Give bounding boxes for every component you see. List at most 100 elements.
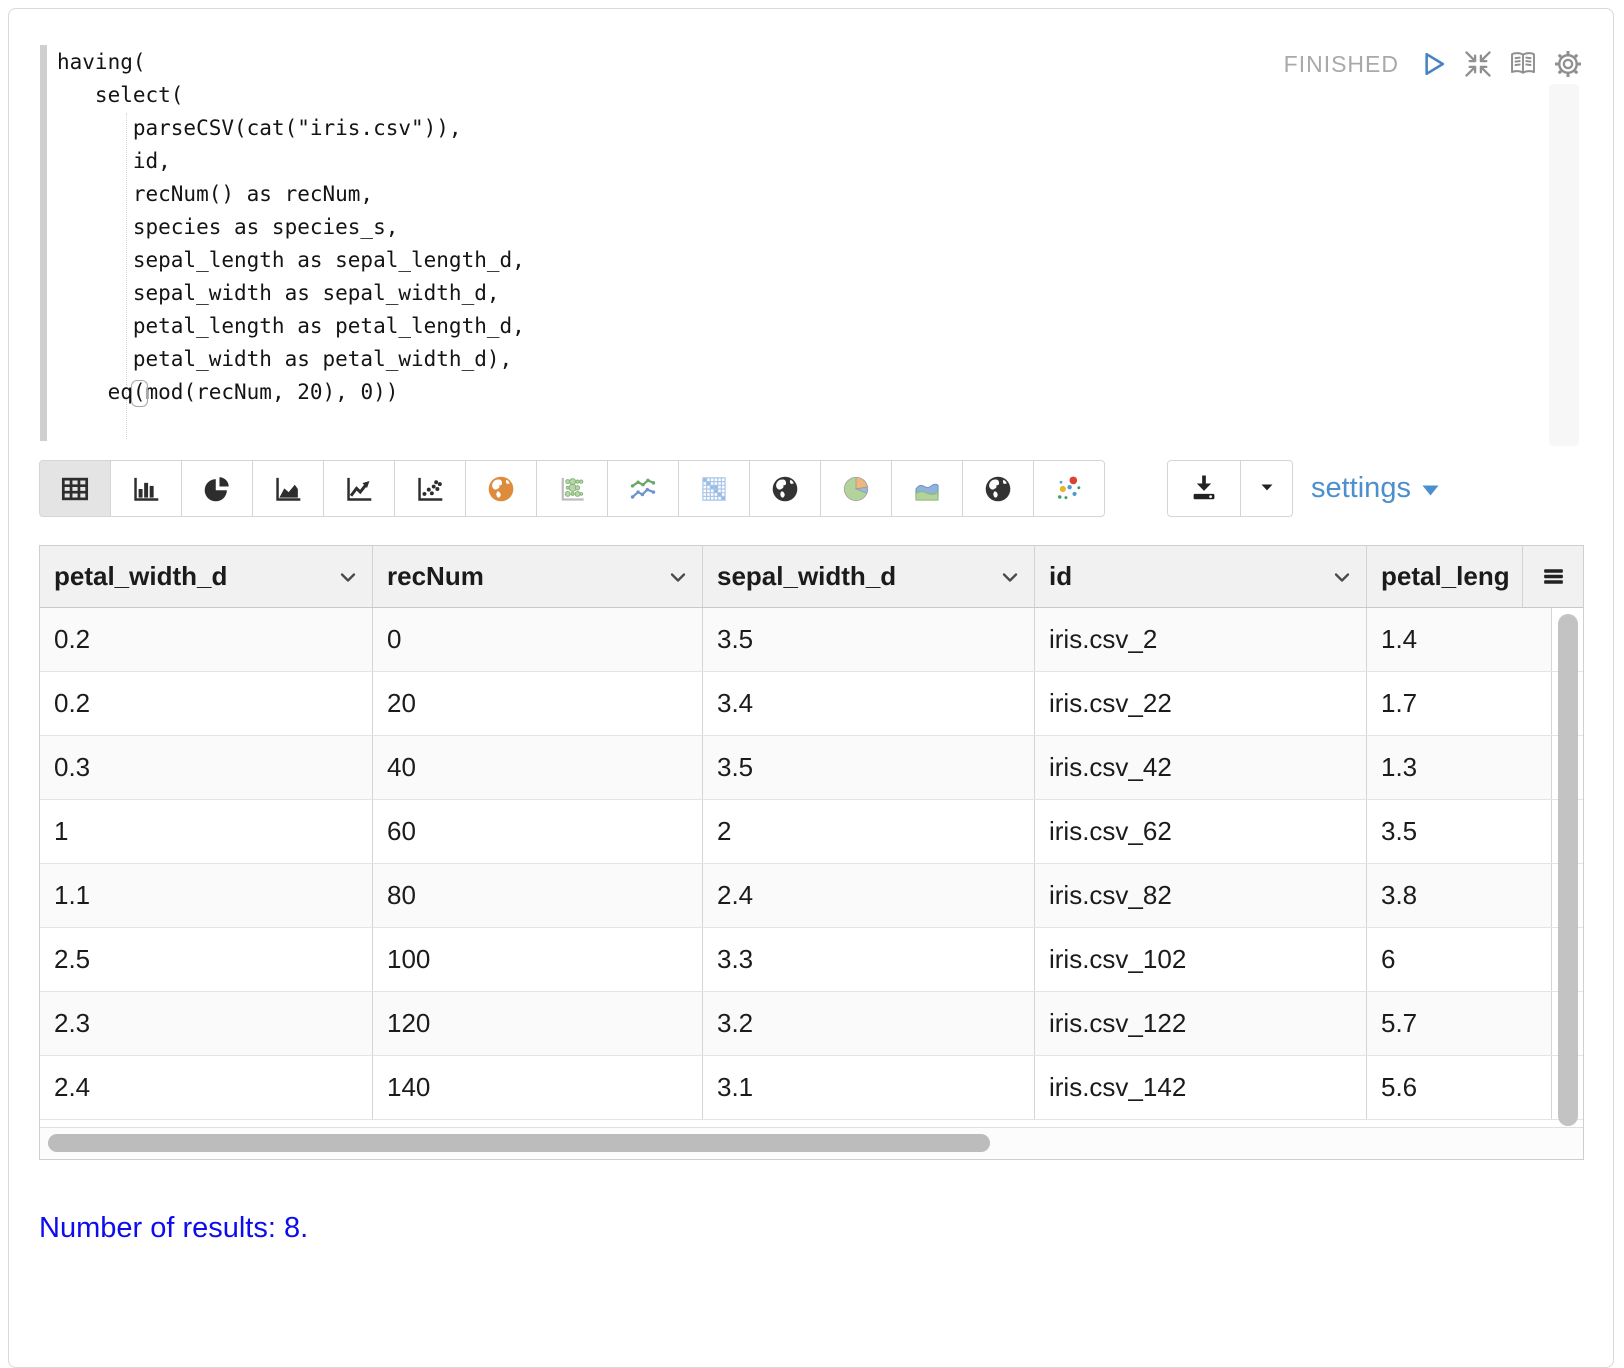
- settings-label: settings: [1311, 472, 1411, 505]
- column-header-sepal_width_d[interactable]: sepal_width_d: [703, 546, 1035, 607]
- table-cell: iris.csv_122: [1035, 992, 1367, 1055]
- table-row: 0.3403.5iris.csv_421.3: [40, 736, 1583, 800]
- table-cell: 100: [373, 928, 703, 991]
- column-header-label: petal_leng: [1381, 561, 1510, 591]
- table-cell: 0.2: [40, 672, 373, 735]
- column-header-label: petal_width_d: [54, 561, 227, 591]
- line-chart-icon: [343, 473, 375, 505]
- table-cell: 140: [373, 1056, 703, 1119]
- table-cell: 3.3: [703, 928, 1035, 991]
- vertical-scrollbar[interactable]: [1558, 614, 1578, 1126]
- multi-line-chart-icon: [627, 473, 659, 505]
- chart-type-globe-dark-button[interactable]: [749, 460, 821, 517]
- editor-scrollbar[interactable]: [1549, 84, 1579, 446]
- heatmap-icon: [698, 473, 730, 505]
- chart-type-area-pastel-button[interactable]: [891, 460, 963, 517]
- chevron-down-icon[interactable]: [1330, 565, 1354, 589]
- code-editor[interactable]: having( select( parseCSV(cat("iris.csv")…: [57, 46, 525, 409]
- table-cell: iris.csv_2: [1035, 608, 1367, 671]
- globe-dark-icon: [769, 473, 801, 505]
- settings-link[interactable]: settings: [1311, 460, 1439, 517]
- table-cell: 2.3: [40, 992, 373, 1055]
- table-cell: 120: [373, 992, 703, 1055]
- scatter-color-icon: [1053, 473, 1085, 505]
- download-options-button[interactable]: [1240, 461, 1292, 516]
- table-row: 1602iris.csv_623.5: [40, 800, 1583, 864]
- gear-icon[interactable]: [1553, 49, 1583, 79]
- column-header-petal_leng[interactable]: petal_leng: [1367, 546, 1523, 607]
- table-cell: 0.3: [40, 736, 373, 799]
- table-cell: iris.csv_62: [1035, 800, 1367, 863]
- book-icon[interactable]: [1508, 49, 1538, 79]
- chart-type-globe-dark-2-button[interactable]: [962, 460, 1034, 517]
- chart-type-scatter-color-button[interactable]: [1033, 460, 1105, 517]
- chart-type-table-button[interactable]: [39, 460, 111, 517]
- table-row: 2.31203.2iris.csv_1225.7: [40, 992, 1583, 1056]
- table-cell: 2.5: [40, 928, 373, 991]
- table-cell: 1.1: [40, 864, 373, 927]
- chart-type-pie-pastel-button[interactable]: [820, 460, 892, 517]
- editor-gutter: [40, 45, 47, 441]
- table-cell: iris.csv_82: [1035, 864, 1367, 927]
- table-cell: 5.6: [1367, 1056, 1552, 1119]
- area-chart-icon: [272, 473, 304, 505]
- column-header-petal_width_d[interactable]: petal_width_d: [40, 546, 373, 607]
- table-cell: iris.csv_102: [1035, 928, 1367, 991]
- table-cell: iris.csv_22: [1035, 672, 1367, 735]
- table-cell: iris.csv_42: [1035, 736, 1367, 799]
- chart-type-map-globe-button[interactable]: [465, 460, 537, 517]
- table-row: 2.51003.3iris.csv_1026: [40, 928, 1583, 992]
- chevron-down-icon[interactable]: [336, 565, 360, 589]
- column-header-id[interactable]: id: [1035, 546, 1367, 607]
- chart-type-multi-line-chart-button[interactable]: [607, 460, 679, 517]
- table-body: 0.203.5iris.csv_21.40.2203.4iris.csv_221…: [40, 608, 1583, 1120]
- column-header-label: recNum: [387, 561, 484, 591]
- table-icon: [59, 473, 91, 505]
- pie-pastel-icon: [840, 473, 872, 505]
- column-header-label: id: [1049, 561, 1072, 591]
- bar-chart-icon: [130, 473, 162, 505]
- area-pastel-icon: [911, 473, 943, 505]
- chart-type-bubble-matrix-button[interactable]: [536, 460, 608, 517]
- results-table: petal_width_d recNum sepal_width_d id petal_…: [39, 545, 1584, 1160]
- chevron-down-icon[interactable]: [666, 565, 690, 589]
- table-cell: 3.4: [703, 672, 1035, 735]
- column-header-recNum[interactable]: recNum: [373, 546, 703, 607]
- chart-type-heatmap-button[interactable]: [678, 460, 750, 517]
- download-button[interactable]: [1168, 461, 1240, 516]
- table-cell: 2: [703, 800, 1035, 863]
- code-text: mod(recNum, 20), 0)): [146, 380, 399, 404]
- table-cell: 20: [373, 672, 703, 735]
- chevron-down-icon[interactable]: [998, 565, 1022, 589]
- chart-type-bar-chart-button[interactable]: [110, 460, 182, 517]
- grid-menu-button[interactable]: [1523, 546, 1583, 607]
- horizontal-scrollbar-track: [40, 1127, 1583, 1159]
- table-cell: 0.2: [40, 608, 373, 671]
- collapse-icon[interactable]: [1463, 49, 1493, 79]
- run-icon[interactable]: [1418, 49, 1448, 79]
- horizontal-scrollbar[interactable]: [48, 1134, 990, 1152]
- results-count: Number of results: 8.: [39, 1212, 308, 1245]
- globe-dark-2-icon: [982, 473, 1014, 505]
- bubble-matrix-icon: [556, 473, 588, 505]
- table-cell: 5.7: [1367, 992, 1552, 1055]
- column-header-label: sepal_width_d: [717, 561, 896, 591]
- table-cell: 2.4: [40, 1056, 373, 1119]
- display-toolbar: settings: [39, 460, 1593, 517]
- chart-type-line-chart-button[interactable]: [323, 460, 395, 517]
- download-icon: [1189, 472, 1219, 505]
- chart-type-scatter-chart-button[interactable]: [394, 460, 466, 517]
- chart-type-area-chart-button[interactable]: [252, 460, 324, 517]
- download-group: [1167, 460, 1293, 517]
- table-row: 0.2203.4iris.csv_221.7: [40, 672, 1583, 736]
- table-cell: iris.csv_142: [1035, 1056, 1367, 1119]
- table-cell: 3.1: [703, 1056, 1035, 1119]
- scatter-chart-icon: [414, 473, 446, 505]
- table-cell: 1.7: [1367, 672, 1552, 735]
- caret-down-icon: [1256, 476, 1278, 501]
- table-cell: 0: [373, 608, 703, 671]
- table-cell: 3.5: [703, 736, 1035, 799]
- table-cell: 6: [1367, 928, 1552, 991]
- table-cell: 1.3: [1367, 736, 1552, 799]
- chart-type-pie-chart-button[interactable]: [181, 460, 253, 517]
